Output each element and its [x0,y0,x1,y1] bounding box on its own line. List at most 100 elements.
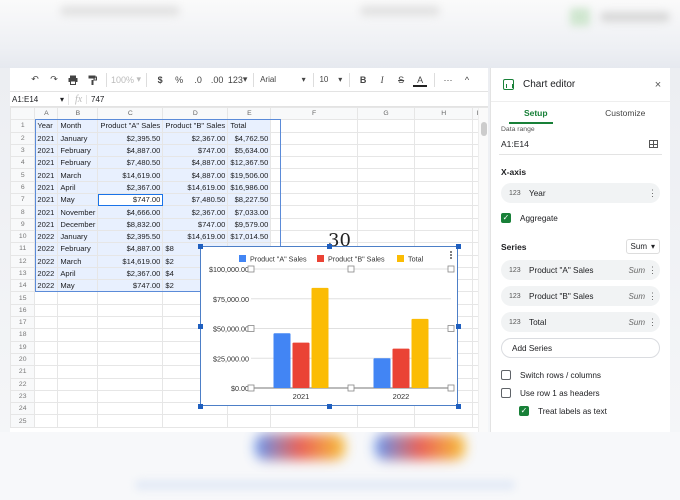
row-header[interactable]: 1 [10,119,36,133]
row-header[interactable]: 2 [10,131,36,145]
cell[interactable]: May [57,279,99,293]
resize-handle[interactable] [327,244,332,249]
cell[interactable]: 2021 [34,156,59,170]
cell[interactable] [57,316,99,330]
row-header[interactable]: 17 [10,316,36,330]
cell[interactable] [34,414,59,428]
column-header[interactable]: F [270,106,358,121]
option-checkbox[interactable] [501,370,511,380]
cell[interactable] [270,217,358,231]
cell[interactable] [356,205,416,219]
cell[interactable]: $16,986.00 [227,180,272,195]
cell[interactable]: $2,367.00 [97,180,164,195]
cell[interactable] [97,414,164,428]
cell[interactable]: 2021 [34,131,59,145]
cell[interactable]: Month [57,119,99,133]
cell[interactable]: $12,367.50 [227,156,272,170]
cell[interactable] [356,217,416,231]
row-header[interactable]: 21 [10,365,36,379]
cell[interactable]: $4,887.00 [162,156,229,170]
cell[interactable] [270,168,358,182]
redo-icon[interactable]: ↷ [47,71,61,89]
cell[interactable] [57,365,99,379]
series-item[interactable]: 123 Total Sum ⋮ [501,312,660,332]
column-header[interactable]: E [227,106,272,121]
percent-format-button[interactable]: % [172,71,186,89]
cell[interactable]: Year [34,119,59,133]
cell[interactable] [57,303,99,318]
option-checkbox[interactable]: ✓ [519,406,529,416]
cell[interactable]: $2,395.50 [97,131,164,145]
cell[interactable]: $747.00 [97,279,164,293]
cell[interactable]: 2021 [34,143,59,158]
cell[interactable] [227,414,272,428]
bold-button[interactable]: B [356,71,370,89]
row-header[interactable]: 22 [10,377,36,391]
cell[interactable]: $14,619.00 [97,168,164,182]
series-item[interactable]: 123 Product "B" Sales Sum ⋮ [501,286,660,306]
cell[interactable]: $5,634.00 [227,143,272,158]
cell[interactable] [34,352,59,367]
cell[interactable] [356,229,416,244]
italic-button[interactable]: I [375,71,389,89]
cell[interactable] [356,143,416,158]
cell[interactable]: Product "B" Sales [162,119,229,133]
row-header[interactable]: 12 [10,254,36,268]
cell[interactable]: 2022 [34,266,59,281]
formula-input[interactable]: 747 [86,94,104,104]
undo-icon[interactable]: ↶ [28,71,42,89]
more-vert-icon[interactable]: ⋮ [648,265,657,275]
row-header[interactable]: 14 [10,279,36,293]
cell[interactable] [34,291,59,305]
cell[interactable] [414,217,474,231]
cell[interactable] [414,205,474,219]
strikethrough-button[interactable]: S [394,71,408,89]
cell[interactable] [34,389,59,404]
cell[interactable]: $2,367.00 [162,205,229,219]
cell[interactable]: $14,619.00 [97,254,164,268]
cell[interactable] [34,340,59,354]
cell[interactable]: $2,395.50 [97,229,164,244]
add-series-button[interactable]: Add Series [501,338,660,358]
more-vert-icon[interactable]: ⋮ [648,188,657,198]
xaxis-field[interactable]: 123 Year ⋮ [501,183,660,203]
cell[interactable] [97,402,164,416]
print-icon[interactable] [66,71,80,89]
cell[interactable] [162,414,229,428]
cell[interactable] [414,229,474,244]
column-header[interactable]: B [57,106,99,121]
zoom-select[interactable]: 100% ▾ [111,71,141,89]
resize-handle[interactable] [198,324,203,329]
cell[interactable] [97,377,164,391]
cell[interactable]: $8,227.50 [227,193,272,207]
series-item[interactable]: 123 Product "A" Sales Sum ⋮ [501,260,660,280]
cell[interactable]: $7,480.50 [97,156,164,170]
more-options-button[interactable]: ··· [441,71,455,89]
cell[interactable] [57,291,99,305]
cell[interactable]: $19,506.00 [227,168,272,182]
option-row[interactable]: Switch rows / columns [491,366,670,384]
row-header[interactable]: 25 [10,414,36,428]
row-header[interactable]: 7 [10,193,36,207]
cell[interactable] [270,119,358,133]
cell[interactable]: November [57,205,99,219]
cell[interactable] [414,168,474,182]
option-row[interactable]: Use row 1 as headers [491,384,670,402]
cell[interactable] [414,156,474,170]
cell[interactable]: $7,033.00 [227,205,272,219]
cell[interactable] [97,365,164,379]
cell[interactable] [57,340,99,354]
cell[interactable]: February [57,143,99,158]
cell[interactable]: $4,666.00 [97,205,164,219]
aggregate-checkbox[interactable]: ✓ [501,213,511,223]
cell[interactable]: May [57,193,99,207]
cell[interactable] [270,205,358,219]
cell[interactable]: $14,619.00 [162,180,229,195]
cell[interactable] [270,414,358,428]
row-header[interactable]: 18 [10,328,36,342]
cell[interactable] [270,180,358,195]
cell[interactable]: 2022 [34,279,59,293]
resize-handle[interactable] [198,404,203,409]
row-header[interactable]: 8 [10,205,36,219]
cell[interactable] [57,328,99,342]
